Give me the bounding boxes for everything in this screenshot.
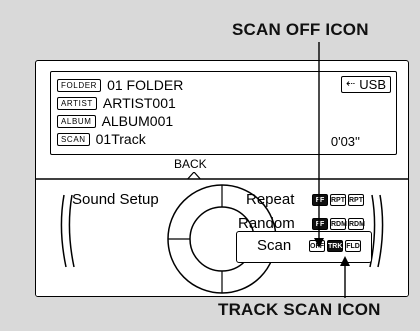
track-scan-icon-callout: TRACK SCAN ICON [218,300,381,319]
callout-leader-lines [314,42,350,298]
